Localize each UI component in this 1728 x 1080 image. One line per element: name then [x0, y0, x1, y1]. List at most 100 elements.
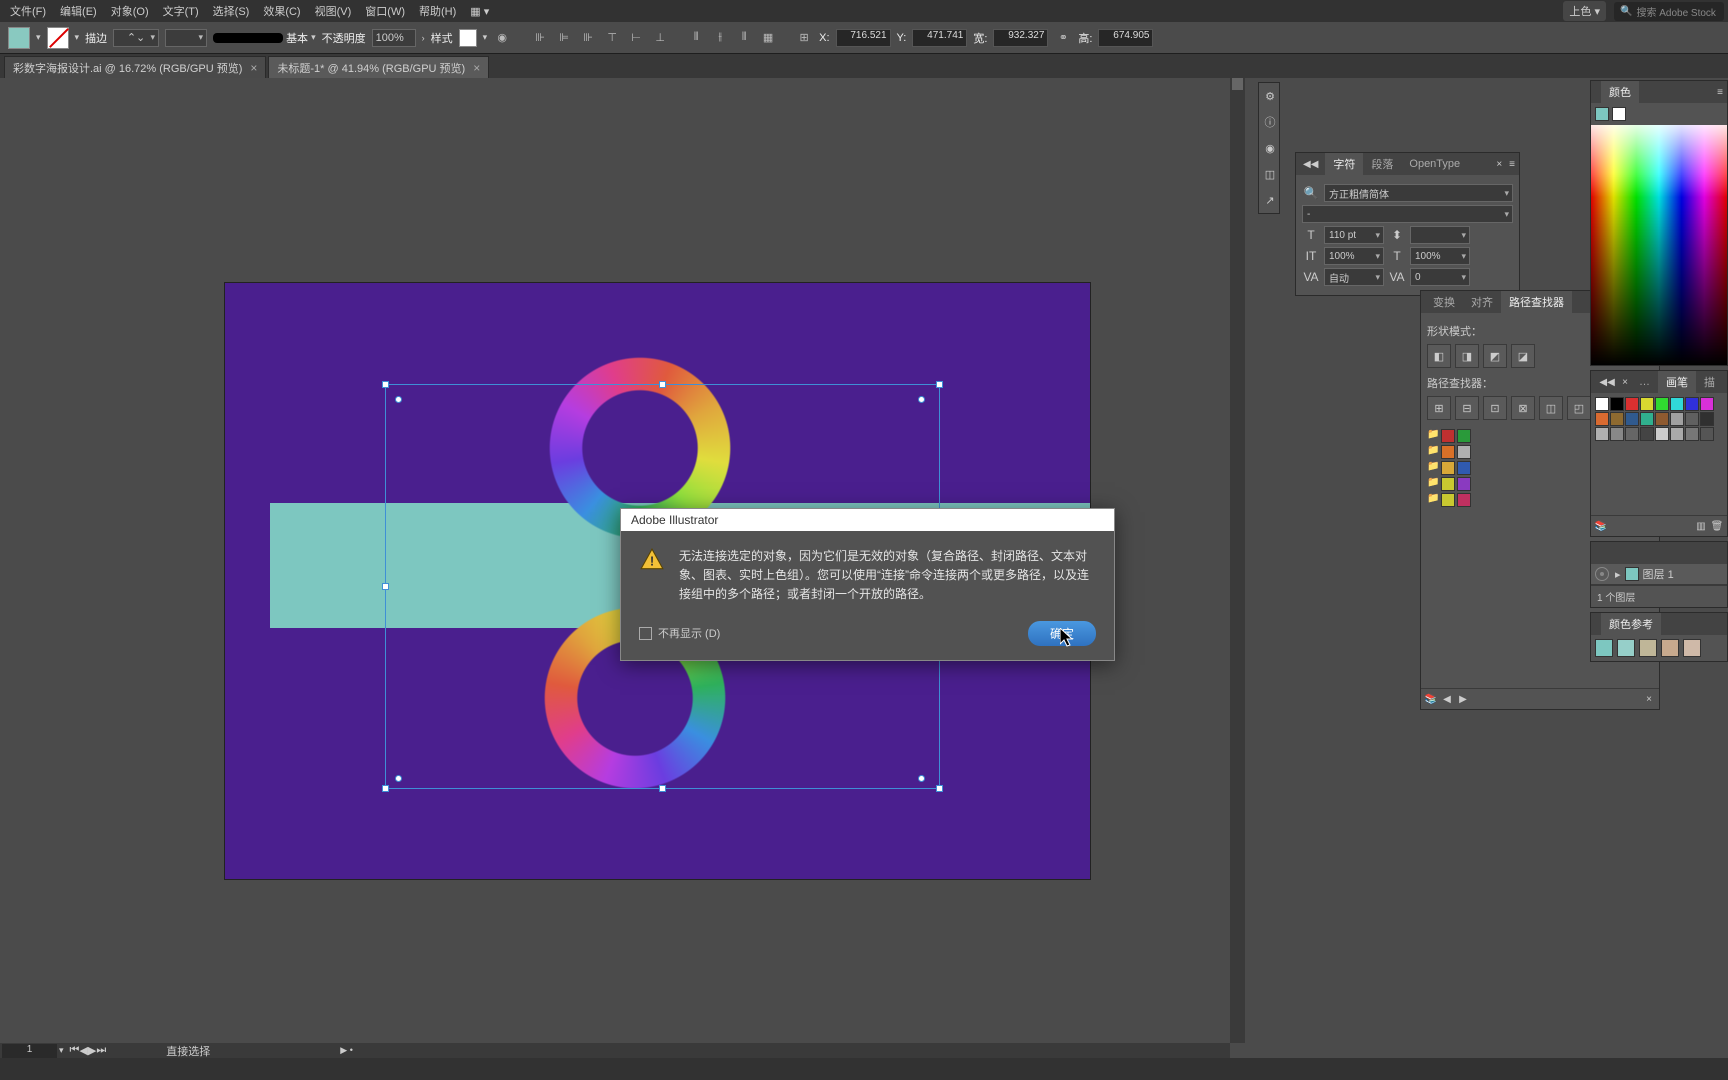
fill-swatch[interactable] — [8, 27, 30, 49]
swatch-cell[interactable] — [1640, 412, 1654, 426]
menu-type[interactable]: 文字(T) — [157, 0, 205, 22]
swatch-cell[interactable] — [1655, 412, 1669, 426]
tab-color[interactable]: 颜色 — [1601, 81, 1639, 103]
color-swatch[interactable] — [1441, 429, 1455, 443]
color-swatch[interactable] — [1457, 445, 1471, 459]
swatch-cell[interactable] — [1685, 427, 1699, 441]
stroke-color-proxy[interactable] — [1612, 107, 1626, 121]
distribute-v-icon[interactable]: ⫲ — [711, 29, 729, 47]
swatch-cell[interactable] — [1640, 427, 1654, 441]
document-tab-2[interactable]: 未标题-1* @ 41.94% (RGB/GPU 预览) × — [268, 56, 489, 78]
trim-icon[interactable]: ⊟ — [1455, 396, 1479, 420]
color-swatch[interactable] — [1457, 461, 1471, 475]
menu-edit[interactable]: 编辑(E) — [54, 0, 103, 22]
swatch-lib-icon[interactable]: 📚 — [1594, 519, 1608, 533]
swatch-cell[interactable] — [1670, 412, 1684, 426]
color-guide-swatch[interactable] — [1683, 639, 1701, 657]
nav-next-icon[interactable]: ▶ — [88, 1044, 96, 1057]
align-hcenter-icon[interactable]: ⊫ — [555, 29, 573, 47]
font-family-field[interactable]: 方正粗倩简体 — [1324, 184, 1513, 202]
color-guide-swatch[interactable] — [1595, 639, 1613, 657]
visibility-toggle-icon[interactable] — [1595, 567, 1609, 581]
y-field[interactable]: 471.741 — [912, 29, 967, 47]
menu-object[interactable]: 对象(O) — [105, 0, 155, 22]
align-bottom-icon[interactable]: ⊥ — [651, 29, 669, 47]
tab-pathfinder[interactable]: 路径查找器 — [1501, 291, 1572, 313]
panel-menu-icon[interactable]: ≡ — [1509, 159, 1515, 170]
swatch-cell[interactable] — [1670, 397, 1684, 411]
graphic-style-swatch[interactable] — [459, 29, 477, 47]
leading-field[interactable] — [1410, 226, 1470, 244]
transform-icon[interactable]: ⊞ — [795, 29, 813, 47]
libraries-icon[interactable]: ⓘ — [1261, 113, 1279, 131]
close-icon[interactable]: × — [250, 61, 257, 75]
swatch-cell[interactable] — [1610, 427, 1624, 441]
vscale-field[interactable]: 100% — [1324, 247, 1384, 265]
align-left-icon[interactable]: ⊪ — [531, 29, 549, 47]
x-field[interactable]: 716.521 — [836, 29, 891, 47]
vertical-scrollbar[interactable] — [1230, 78, 1245, 1043]
color-spectrum[interactable] — [1591, 125, 1727, 365]
ok-button[interactable]: 确定 — [1028, 621, 1096, 646]
opacity-slider-icon[interactable]: › — [422, 33, 425, 43]
expand-layer-icon[interactable]: ▸ — [1615, 568, 1621, 581]
color-guide-swatch[interactable] — [1617, 639, 1635, 657]
nav-last-icon[interactable]: ⏭ — [96, 1044, 106, 1057]
align-to-icon[interactable]: ▦ — [759, 29, 777, 47]
color-guide-swatch[interactable] — [1661, 639, 1679, 657]
divide-icon[interactable]: ⊞ — [1427, 396, 1451, 420]
align-top-icon[interactable]: ⊤ — [603, 29, 621, 47]
color-swatch[interactable] — [1457, 493, 1471, 507]
color-swatch[interactable] — [1441, 477, 1455, 491]
color-guide-swatch[interactable] — [1639, 639, 1657, 657]
fill-color-proxy[interactable] — [1595, 107, 1609, 121]
tab-color-guide[interactable]: 颜色参考 — [1601, 613, 1661, 635]
color-swatch[interactable] — [1457, 477, 1471, 491]
crop-icon[interactable]: ⊠ — [1511, 396, 1535, 420]
nav-first-icon[interactable]: ⏮ — [70, 1044, 80, 1057]
swatch-prev-icon[interactable]: ◀ — [1440, 692, 1454, 706]
tab-paragraph[interactable]: 段落 — [1363, 153, 1401, 175]
var-width-profile[interactable] — [165, 29, 207, 47]
tab-align[interactable]: 对齐 — [1463, 291, 1501, 313]
horizontal-scrollbar[interactable]: 1 ▾ ⏮ ◀ ▶ ⏭ 直接选择 ▶ • — [0, 1043, 1230, 1058]
w-field[interactable]: 932.327 — [993, 29, 1048, 47]
tab-stroke[interactable]: 描 — [1696, 371, 1723, 393]
swatch-next-icon[interactable]: ▶ — [1456, 692, 1470, 706]
swatch-cell[interactable] — [1640, 397, 1654, 411]
layer-name[interactable]: 图层 1 — [1643, 566, 1674, 582]
align-vcenter-icon[interactable]: ⊢ — [627, 29, 645, 47]
recolor-artwork-icon[interactable]: ◉ — [493, 29, 511, 47]
properties-icon[interactable]: ⚙ — [1261, 87, 1279, 105]
swatch-cell[interactable] — [1595, 412, 1609, 426]
arrange-docs-icon[interactable]: ▦ ▾ — [464, 2, 495, 21]
panel-close-icon[interactable]: × — [1619, 377, 1631, 388]
tab-brushes[interactable]: 画笔 — [1658, 371, 1696, 393]
swatch-cell[interactable] — [1625, 427, 1639, 441]
swatch-cell[interactable] — [1700, 397, 1714, 411]
workspace-switcher[interactable]: 上色 ▾ — [1563, 1, 1606, 21]
swatch-lib-icon[interactable]: 📚 — [1424, 692, 1438, 706]
delete-swatch-icon[interactable]: 🗑 — [1710, 519, 1724, 533]
font-size-field[interactable]: 110 pt — [1324, 226, 1384, 244]
swatch-cell[interactable] — [1610, 397, 1624, 411]
tab-swatches[interactable]: … — [1631, 373, 1658, 391]
swatch-cell[interactable] — [1625, 412, 1639, 426]
swatch-cell[interactable] — [1670, 427, 1684, 441]
tracking-field[interactable]: 0 — [1410, 268, 1470, 286]
opacity-field[interactable]: 100% — [372, 29, 416, 47]
document-tab-1[interactable]: 彩数字海报设计.ai @ 16.72% (RGB/GPU 预览) × — [4, 56, 266, 78]
tab-transform[interactable]: 变换 — [1425, 291, 1463, 313]
font-style-field[interactable]: - — [1302, 205, 1513, 223]
artboard-nav-field[interactable]: 1 — [2, 1044, 57, 1058]
artboard-nav-dropdown-icon[interactable]: ▾ — [59, 1045, 64, 1056]
panel-close-icon[interactable]: × — [1493, 159, 1505, 170]
rotate-handle[interactable] — [395, 775, 402, 782]
outline-icon[interactable]: ◫ — [1539, 396, 1563, 420]
constrain-proportions-icon[interactable]: ⚭ — [1054, 29, 1072, 47]
swatch-cell[interactable] — [1685, 397, 1699, 411]
layer-row[interactable]: ▸ 图层 1 — [1591, 564, 1727, 585]
brush-dropdown-icon[interactable]: ▾ — [311, 32, 316, 43]
swatch-cell[interactable] — [1610, 412, 1624, 426]
kerning-field[interactable]: 自动 — [1324, 268, 1384, 286]
